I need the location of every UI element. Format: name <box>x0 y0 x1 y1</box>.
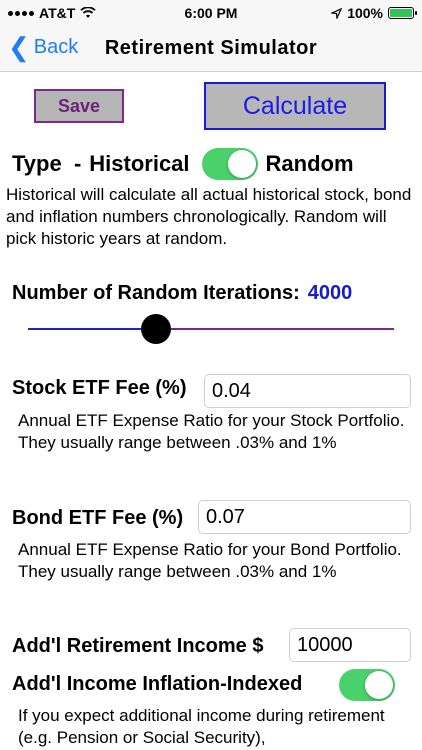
stock-fee-description: Annual ETF Expense Ratio for your Stock … <box>18 411 405 452</box>
status-bar: AT&T 6:00 PM 100% <box>0 0 422 26</box>
calculate-button[interactable]: Calculate <box>204 82 386 130</box>
type-description: Historical will calculate all actual his… <box>6 185 412 248</box>
type-label: Type - <box>12 151 82 176</box>
bond-fee-input[interactable] <box>198 500 411 534</box>
inflation-indexed-label: Add'l Income Inflation-Indexed <box>12 673 303 695</box>
signal-icon <box>8 10 34 16</box>
slider-track-min <box>28 328 156 330</box>
type-row: Type - Historical Random <box>12 148 354 180</box>
status-right: 100% <box>331 5 417 21</box>
inflation-indexed-description: If you expect additional income during r… <box>18 706 385 747</box>
addl-income-label: Add'l Retirement Income $ <box>12 635 264 657</box>
type-toggle[interactable] <box>201 148 258 180</box>
save-button[interactable]: Save <box>34 89 124 123</box>
slider-thumb[interactable] <box>141 314 171 344</box>
bond-fee-description: Annual ETF Expense Ratio for your Bond P… <box>18 540 402 581</box>
stock-fee-input[interactable] <box>204 374 411 408</box>
historical-label: Historical <box>89 151 190 176</box>
iterations-row: Number of Random Iterations: 4000 <box>12 282 352 305</box>
carrier-label: AT&T <box>39 5 76 21</box>
random-label: Random <box>265 151 354 176</box>
battery-fill <box>390 9 412 17</box>
inflation-indexed-toggle[interactable] <box>339 669 395 701</box>
location-arrow-icon <box>331 7 343 19</box>
iterations-slider[interactable] <box>28 314 394 344</box>
battery-percent: 100% <box>347 5 383 21</box>
battery-icon <box>388 7 417 19</box>
page-title: Retirement Simulator <box>104 37 318 59</box>
toggle-knob <box>365 671 393 699</box>
bond-fee-label: Bond ETF Fee (%) <box>12 507 184 529</box>
toggle-knob <box>227 150 256 178</box>
status-left: AT&T <box>8 5 96 21</box>
addl-income-input[interactable] <box>289 628 411 662</box>
navigation-bar: ❮ Back Retirement Simulator <box>0 26 422 72</box>
stock-fee-label: Stock ETF Fee (%) <box>12 377 187 399</box>
iterations-label: Number of Random Iterations: <box>12 282 300 304</box>
wifi-icon <box>80 7 96 18</box>
iterations-value: 4000 <box>307 282 353 304</box>
slider-track-max <box>156 328 394 330</box>
